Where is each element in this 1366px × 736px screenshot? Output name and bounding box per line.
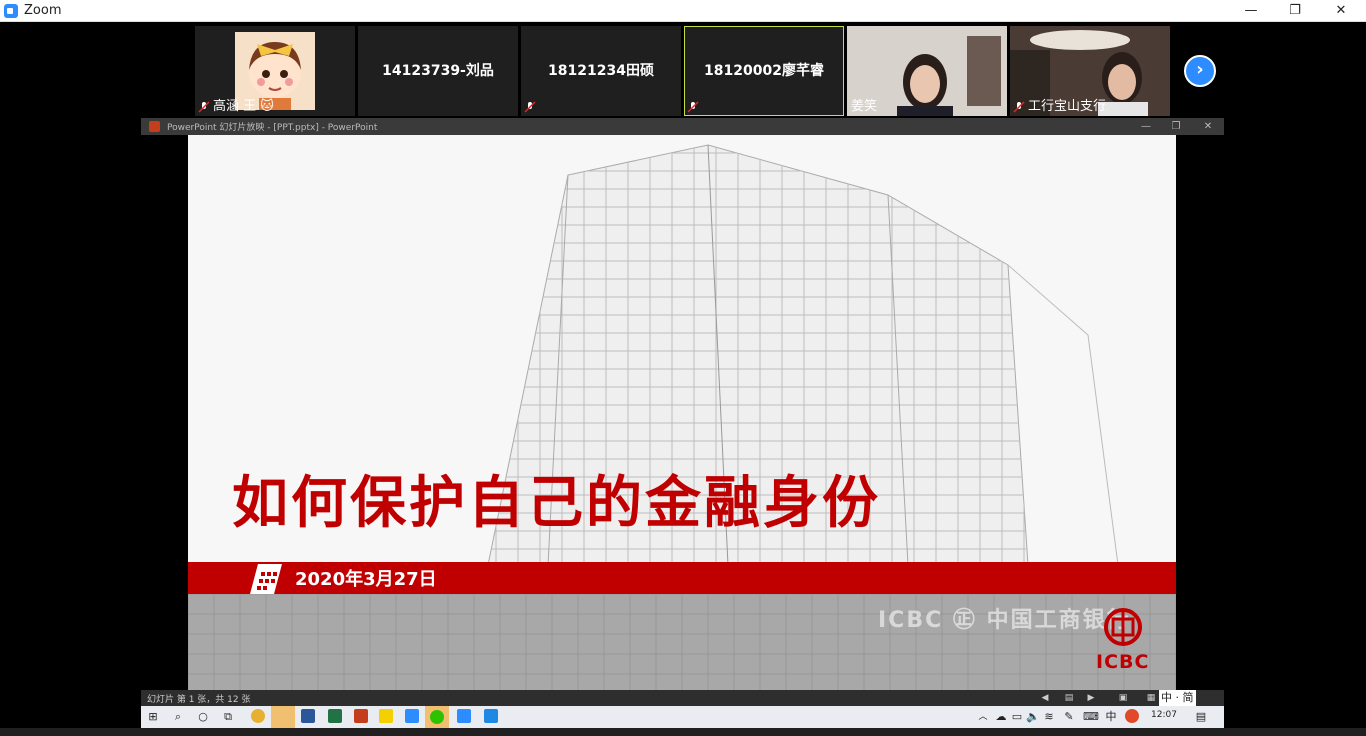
participant-name: 工行宝山支行 — [1028, 99, 1107, 114]
zoom-titlebar: Zoom — ❐ ✕ — [0, 0, 1366, 22]
bottom-border — [0, 728, 1366, 736]
ppt-minimize-button[interactable]: — — [1131, 118, 1161, 135]
participant-tile[interactable]: 高涵 王 🐱 — [195, 26, 355, 116]
participant-tile-video[interactable]: 姜笑 — [847, 26, 1007, 116]
slide-counter: 幻灯片 第 1 张，共 12 张 — [147, 695, 251, 705]
participant-name: 14123739-刘品 — [382, 63, 494, 79]
windows-taskbar: ⊞ ⌕ ○ ⧉ ︿ ☁ ▭ 🔈 ≋ ✎ ⌨ 中 12:07 ▤ — [141, 706, 1224, 728]
icbc-logo-text: ICBC — [1096, 651, 1150, 673]
window-title: Zoom — [24, 3, 62, 18]
mail-icon[interactable] — [484, 709, 498, 723]
muted-mic-icon — [198, 101, 210, 113]
restore-button[interactable]: ❐ — [1272, 0, 1318, 22]
muted-mic-icon — [524, 101, 536, 113]
participant-name: 高涵 王 🐱 — [213, 99, 274, 114]
calendar-icon — [250, 564, 282, 594]
sticky-notes-icon[interactable] — [379, 709, 393, 723]
file-explorer-icon[interactable] — [271, 706, 295, 728]
close-button[interactable]: ✕ — [1318, 0, 1364, 22]
pen-icon[interactable]: ✎ — [1059, 708, 1079, 726]
sogou-ime-icon[interactable] — [1125, 709, 1139, 723]
next-page-button[interactable]: › — [1184, 55, 1216, 87]
powerpoint-taskbar-icon[interactable] — [354, 709, 368, 723]
zoom-taskbar-icon[interactable] — [405, 709, 419, 723]
ppt-window-title: PowerPoint 幻灯片放映 - [PPT.pptx] - PowerPoi… — [167, 123, 378, 133]
grid-icon[interactable]: ▦ — [1145, 692, 1157, 704]
participant-name: 姜笑 — [851, 99, 878, 114]
wifi-icon[interactable]: ≋ — [1039, 708, 1059, 726]
word-icon[interactable] — [301, 709, 315, 723]
ppt-window-titlebar: PowerPoint 幻灯片放映 - [PPT.pptx] - PowerPoi… — [141, 118, 1224, 135]
notification-icon[interactable]: ▤ — [1191, 708, 1211, 726]
participant-tile-active[interactable]: 18120002廖芊睿 — [684, 26, 844, 116]
slide-title: 如何保护自己的金融身份 — [232, 471, 881, 536]
slide-lower-band: ICBC ㊣ 中国工商银行 — [188, 594, 1176, 690]
view-icon[interactable]: ▣ — [1117, 692, 1129, 704]
muted-mic-icon — [1013, 101, 1025, 113]
chrome-icon[interactable] — [251, 709, 265, 723]
tray-chevron-icon[interactable]: ︿ — [973, 708, 993, 726]
cortana-icon[interactable]: ○ — [193, 708, 213, 726]
keyboard-icon[interactable]: ⌨ — [1081, 708, 1101, 726]
previous-slide-icon[interactable]: ◀ — [1039, 692, 1051, 704]
muted-mic-icon — [687, 101, 699, 113]
minimize-button[interactable]: — — [1228, 0, 1274, 22]
powerpoint-icon — [149, 121, 160, 132]
wechat-icon[interactable] — [425, 706, 449, 728]
menu-icon[interactable]: ▤ — [1063, 692, 1075, 704]
participant-tile[interactable]: 18121234田硕 — [521, 26, 681, 116]
date-band: 2020年3月27日 — [188, 562, 1176, 594]
ppt-restore-button[interactable]: ❐ — [1161, 118, 1191, 135]
next-slide-icon[interactable]: ▶ — [1085, 692, 1097, 704]
zoom-meeting-icon[interactable] — [457, 709, 471, 723]
ime-indicator[interactable]: 中 — [1101, 708, 1121, 726]
slide-date: 2020年3月27日 — [295, 569, 437, 590]
excel-icon[interactable] — [328, 709, 342, 723]
participant-name: 18120002廖芊睿 — [704, 63, 824, 79]
ppt-close-button[interactable]: ✕ — [1193, 118, 1223, 135]
search-icon[interactable]: ⌕ — [168, 708, 188, 726]
taskbar-clock[interactable]: 12:07 — [1151, 710, 1177, 720]
ime-toolbar[interactable]: 中 · 简 — [1159, 690, 1196, 706]
participant-tile[interactable]: 14123739-刘品 — [358, 26, 518, 116]
zoom-app-icon — [4, 4, 18, 18]
slide: ICBC ㊣ 中国工商银行 如何保护自己的金融身份 2020年3月27日 ICB… — [188, 135, 1176, 690]
participant-tile-video[interactable]: 工行宝山支行 — [1010, 26, 1170, 116]
participant-name: 18121234田硕 — [548, 63, 654, 79]
windows-start-icon[interactable]: ⊞ — [143, 708, 163, 726]
task-view-icon[interactable]: ⧉ — [218, 708, 238, 726]
ppt-status-bar: 幻灯片 第 1 张，共 12 张 ◀ ▤ ▶ ▣ ▦ 中 · 简 — [141, 690, 1224, 706]
